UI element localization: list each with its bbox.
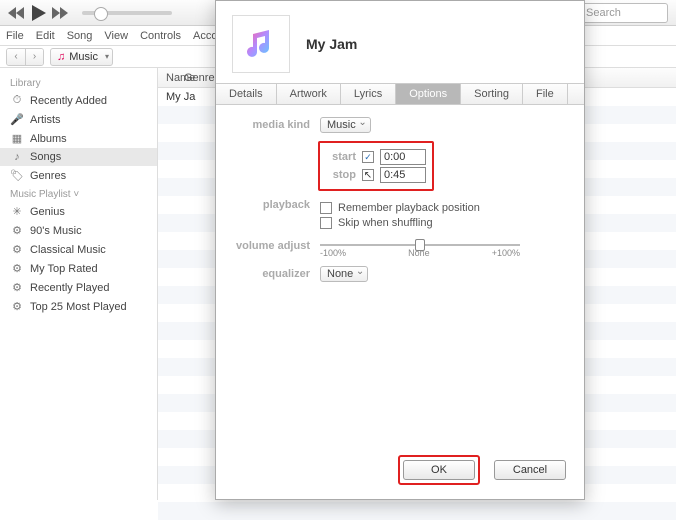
gear-icon: ⚙ (10, 224, 24, 237)
sidebar-item-label: Recently Played (30, 282, 110, 294)
tab-details[interactable]: Details (216, 84, 277, 104)
sidebar-icon: ▦ (10, 132, 24, 145)
tab-options[interactable]: Options (396, 84, 461, 104)
sidebar-item-label: Classical Music (30, 244, 106, 256)
prev-track-button[interactable] (8, 7, 26, 19)
dialog-title: My Jam (306, 36, 357, 52)
gear-icon: ⚙ (10, 281, 24, 294)
sidebar-item-label: Songs (30, 151, 61, 163)
menu-file[interactable]: File (6, 30, 24, 42)
sidebar-item-label: 90's Music (30, 225, 82, 237)
sidebar-item-label: My Top Rated (30, 263, 98, 275)
sidebar-playlist-classical-music[interactable]: ⚙ Classical Music (0, 240, 157, 259)
sidebar-item-label: Albums (30, 133, 67, 145)
sidebar-playlist-my-top-rated[interactable]: ⚙ My Top Rated (0, 259, 157, 278)
media-kind-select[interactable]: Music (320, 117, 371, 133)
track-name: My Ja (158, 91, 203, 103)
sidebar-playlist-recently-played[interactable]: ⚙ Recently Played (0, 278, 157, 297)
gear-icon: ⚙ (10, 243, 24, 256)
sidebar-head-library: Library (0, 74, 157, 91)
start-time-input[interactable]: 0:00 (380, 149, 426, 165)
volume-slider[interactable] (82, 11, 172, 15)
gear-icon: ⚙ (10, 262, 24, 275)
label-media-kind: media kind (234, 119, 320, 131)
vol-max-label: +100% (492, 248, 520, 258)
tab-artwork[interactable]: Artwork (277, 84, 341, 104)
sidebar-playlist-genius[interactable]: ✳ Genius (0, 202, 157, 221)
gear-icon: ⚙ (10, 300, 24, 313)
chevron-down-icon: ˅ (73, 189, 79, 200)
sidebar-icon: ♪ (10, 151, 24, 163)
library-selector-label: Music (69, 51, 98, 63)
sidebar-item-recently-added[interactable]: ⏱ Recently Added (0, 91, 157, 110)
sidebar-item-artists[interactable]: 🎤 Artists (0, 110, 157, 129)
play-button[interactable] (32, 5, 46, 21)
album-art-icon (232, 15, 290, 73)
start-stop-highlight: start ✓ 0:00 stop ↖ 0:45 (318, 141, 434, 191)
label-stop: stop (326, 169, 356, 181)
gear-icon: ✳ (10, 205, 24, 218)
search-placeholder: Search (586, 7, 621, 19)
skip-shuffle-checkbox[interactable] (320, 217, 332, 229)
library-selector[interactable]: ♫ Music (50, 48, 113, 66)
sidebar-item-label: Genius (30, 206, 65, 218)
nav-back-button[interactable]: ‹ (7, 49, 25, 65)
cursor-icon: ↖ (364, 170, 372, 181)
music-note-icon: ♫ (57, 51, 65, 63)
vol-min-label: -100% (320, 248, 346, 258)
remember-position-checkbox[interactable] (320, 202, 332, 214)
menu-edit[interactable]: Edit (36, 30, 55, 42)
sidebar-icon: 🏷 (10, 169, 24, 182)
song-info-dialog: My Jam DetailsArtworkLyricsOptionsSortin… (215, 0, 585, 500)
remember-position-label: Remember playback position (338, 202, 480, 214)
menu-view[interactable]: View (104, 30, 128, 42)
equalizer-select[interactable]: None (320, 266, 368, 282)
start-checkbox[interactable]: ✓ (362, 151, 374, 163)
sidebar-head-playlists[interactable]: Music Playlist ˅ (0, 185, 157, 202)
sidebar-item-label: Recently Added (30, 95, 107, 107)
ok-highlight: OK (398, 455, 480, 485)
stop-time-input[interactable]: 0:45 (380, 167, 426, 183)
label-volume-adjust: volume adjust (234, 240, 320, 252)
label-start: start (326, 151, 356, 163)
nav-forward-button[interactable]: › (25, 49, 43, 65)
sidebar-playlist-90-s-music[interactable]: ⚙ 90's Music (0, 221, 157, 240)
stop-checkbox[interactable]: ↖ (362, 169, 374, 181)
cancel-button[interactable]: Cancel (494, 460, 566, 480)
table-row[interactable] (158, 502, 676, 520)
sidebar-item-albums[interactable]: ▦ Albums (0, 129, 157, 148)
tab-lyrics[interactable]: Lyrics (341, 84, 396, 104)
sidebar-item-label: Artists (30, 114, 61, 126)
tab-sorting[interactable]: Sorting (461, 84, 523, 104)
dialog-tabs: DetailsArtworkLyricsOptionsSortingFile (216, 83, 584, 105)
menu-song[interactable]: Song (67, 30, 93, 42)
next-track-button[interactable] (52, 7, 70, 19)
menu-controls[interactable]: Controls (140, 30, 181, 42)
sidebar-icon: 🎤 (10, 113, 24, 126)
sidebar: Library ⏱ Recently Added 🎤 Artists ▦ Albums ♪ S… (0, 68, 158, 500)
label-playback: playback (234, 199, 320, 211)
tab-file[interactable]: File (523, 84, 568, 104)
skip-shuffle-label: Skip when shuffling (338, 217, 433, 229)
sidebar-item-songs[interactable]: ♪ Songs (0, 148, 157, 166)
volume-adjust-slider[interactable]: -100% None +100% (320, 244, 520, 258)
sidebar-playlist-top-25-most-played[interactable]: ⚙ Top 25 Most Played (0, 297, 157, 316)
sidebar-item-label: Genres (30, 170, 66, 182)
ok-button[interactable]: OK (403, 460, 475, 480)
label-equalizer: equalizer (234, 268, 320, 280)
sidebar-icon: ⏱ (10, 94, 24, 107)
sidebar-item-genres[interactable]: 🏷 Genres (0, 166, 157, 185)
sidebar-item-label: Top 25 Most Played (30, 301, 127, 313)
